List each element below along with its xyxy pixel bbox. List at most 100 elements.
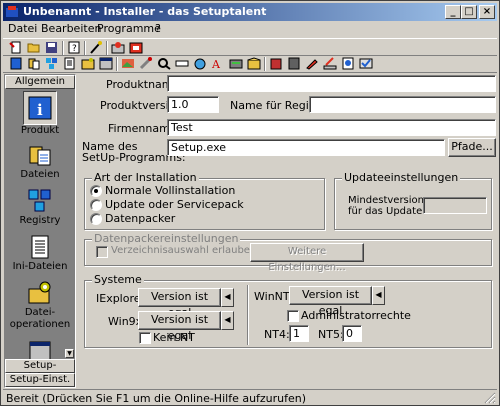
edit-icon[interactable] — [305, 57, 319, 70]
ini-file-icon — [31, 235, 49, 259]
nav-scroll-down-button[interactable]: ▼ — [65, 349, 74, 358]
uninstall-icon[interactable] — [269, 57, 283, 70]
toolbar-separator — [264, 57, 266, 71]
toolbar-separator — [84, 41, 86, 55]
radio-vollinstallation-label: Normale Vollinstallation — [105, 184, 236, 197]
firmenname-field[interactable]: Test — [167, 119, 496, 136]
svg-text:?: ? — [72, 44, 77, 54]
nav-item-ini-dateien[interactable]: Ini-Dateien — [5, 233, 75, 272]
run-setup-icon[interactable] — [129, 41, 143, 54]
files-icon[interactable] — [27, 57, 41, 70]
nav-group-setup-einst[interactable]: Setup-Einst. — [5, 373, 75, 387]
package-icon[interactable] — [247, 57, 261, 70]
title-bar[interactable]: Unbenannt - Installer - das Setuptalent … — [3, 3, 497, 21]
nav-item-dateioperationen[interactable]: Datei- operationen — [5, 279, 75, 331]
files-icon — [29, 146, 51, 166]
more-settings-button[interactable]: Weitere Einstellungen... — [250, 243, 364, 273]
nav-item-label: Dateien — [20, 169, 60, 180]
radio-selected-dot — [94, 189, 98, 193]
radio-vollinstallation[interactable] — [90, 185, 102, 197]
produktversion-field[interactable]: 1.0 — [167, 96, 219, 113]
nav-item-list: i Produkt Dateien Registry Ini-Dateien D… — [5, 89, 75, 359]
setup-dialog-icon[interactable] — [99, 57, 113, 70]
new-file-icon[interactable] — [9, 41, 23, 54]
disk-icon[interactable] — [229, 57, 243, 70]
radio-datenpacker[interactable] — [90, 213, 102, 225]
registry-icon[interactable] — [45, 57, 59, 70]
systems-divider — [247, 285, 249, 345]
pfade-button[interactable]: Pfade... — [448, 138, 496, 157]
tools-icon[interactable] — [139, 57, 153, 70]
menu-datei[interactable]: Datei — [8, 22, 37, 35]
shortcut-icon[interactable] — [193, 57, 207, 70]
min-version-field[interactable] — [423, 197, 487, 214]
section-toolbar: A — [3, 55, 497, 73]
winnt-arrow-icon[interactable]: ◀ — [372, 286, 385, 305]
search-icon[interactable] — [157, 57, 171, 70]
resize-grip-icon[interactable] — [484, 392, 496, 404]
open-folder-icon[interactable] — [27, 41, 41, 54]
iexplorer-version-select[interactable]: Version ist egal ◀ — [138, 288, 234, 319]
install-type-group: Art der Installation Normale Vollinstall… — [84, 171, 325, 230]
nt5-field[interactable]: 0 — [342, 325, 362, 342]
nav-item-registry[interactable]: Registry — [5, 187, 75, 226]
ini-file-icon[interactable] — [63, 57, 77, 70]
status-text: Bereit (Drücken Sie F1 um die Online-Hil… — [6, 392, 307, 405]
dir-selection-label: Verzeichnisauswahl erlauben — [111, 245, 257, 256]
iexplorer-version-value: Version ist egal — [138, 288, 221, 319]
registry-name-field[interactable] — [309, 96, 496, 113]
general-icon[interactable] — [9, 57, 23, 70]
build-icon[interactable] — [111, 41, 125, 54]
packer-settings-title: Datenpackereinstellungen — [92, 232, 241, 245]
iexplorer-arrow-icon[interactable]: ◀ — [221, 288, 234, 307]
maximize-button[interactable]: □ — [461, 5, 477, 19]
nt4-label: NT4: — [264, 328, 290, 341]
min-version-label-line2: für das Update — [348, 206, 423, 217]
win9x-version-select[interactable]: Version ist egal ◀ — [138, 311, 234, 342]
kein-nt-checkbox[interactable] — [139, 332, 151, 344]
setup-dialog-icon — [29, 341, 51, 359]
packer-settings-group: Datenpackereinstellungen Verzeichnisausw… — [84, 232, 492, 273]
test-icon[interactable] — [359, 57, 373, 70]
wand-icon[interactable] — [89, 41, 103, 54]
section-navigator: Allgemein i Produkt Dateien Registry Ini… — [4, 74, 76, 388]
window-title: Unbenannt - Installer - das Setuptalent — [23, 5, 267, 18]
nt4-field[interactable]: 1 — [289, 325, 309, 342]
text-field-icon[interactable] — [175, 57, 189, 70]
menu-help[interactable]: ? — [155, 22, 161, 35]
nav-item-label: Produkt — [20, 125, 60, 136]
radio-update[interactable] — [90, 199, 102, 211]
nav-group-setup-dialoge[interactable]: Setup-Dialoge — [5, 359, 75, 383]
file-operations-icon[interactable] — [81, 57, 95, 70]
update-settings-group: Updateeinstellungen Mindestversion für d… — [334, 171, 492, 230]
clean-icon[interactable] — [323, 57, 337, 70]
toolbar-separator — [116, 57, 118, 71]
nt5-label: NT5: — [318, 328, 344, 341]
file-operations-icon — [28, 281, 51, 304]
nav-item-label: Datei- operationen — [9, 307, 71, 330]
help-book-icon[interactable]: ? — [67, 41, 81, 54]
menu-bar: Datei Bearbeiten Programme ? — [3, 21, 497, 37]
minimize-button[interactable]: _ — [445, 5, 461, 19]
produktname-field[interactable] — [167, 75, 496, 92]
nav-item-dateien[interactable]: Dateien — [5, 141, 75, 180]
admin-rights-checkbox[interactable] — [287, 310, 299, 322]
svg-text:A: A — [211, 58, 221, 70]
nav-item-produkt[interactable]: i Produkt — [5, 91, 75, 136]
menu-programme[interactable]: Programme — [97, 22, 161, 35]
menu-bearbeiten[interactable]: Bearbeiten — [41, 22, 101, 35]
archive-icon[interactable] — [287, 57, 301, 70]
save-icon[interactable] — [45, 41, 59, 54]
close-button[interactable]: × — [479, 5, 495, 19]
radio-update-label: Update oder Servicepack — [105, 198, 244, 211]
dir-selection-checkbox[interactable] — [96, 246, 108, 258]
setup-program-field[interactable]: Setup.exe — [167, 139, 445, 156]
script-icon[interactable] — [341, 57, 355, 70]
nav-group-allgemein[interactable]: Allgemein — [5, 75, 75, 89]
winnt-version-select[interactable]: Version ist egal ◀ — [289, 286, 385, 317]
bitmap-icon[interactable] — [121, 57, 135, 70]
toolbar-separator — [106, 41, 108, 55]
systems-title: Systeme — [92, 273, 144, 286]
win9x-arrow-icon[interactable]: ◀ — [221, 311, 234, 330]
font-icon[interactable]: A — [211, 57, 225, 70]
